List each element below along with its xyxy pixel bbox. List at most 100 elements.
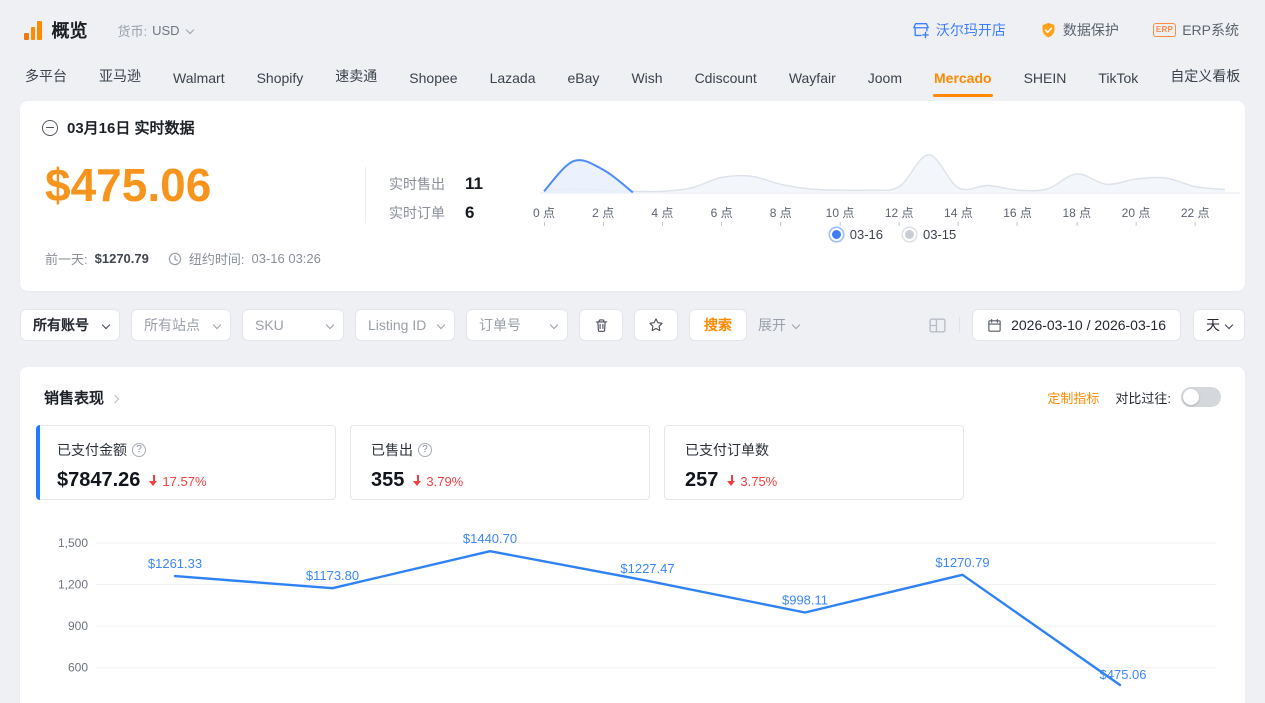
ny-time-label: 纽约时间: [189,249,245,268]
sales-section-title[interactable]: 销售表现 [44,387,118,408]
divider [959,317,960,333]
collapse-icon[interactable] [42,120,58,136]
tab-eBay[interactable]: eBay [567,64,601,98]
date-range-value: 2026-03-10 / 2026-03-16 [1011,317,1166,333]
line-chart: 6009001,2001,500$1261.33$1173.80$1440.70… [36,526,1229,703]
sparkline-tick-label: 18 点 [1062,204,1091,226]
sparkline-tick-label: 12 点 [885,204,914,226]
sparkline-tick-label: 22 点 [1181,204,1210,226]
svg-text:1,500: 1,500 [58,536,88,550]
svg-text:$1261.33: $1261.33 [148,556,202,571]
erp-system-link[interactable]: ERP ERP系统 [1153,20,1239,40]
clock-icon [168,252,182,266]
divider [365,167,366,223]
sparkline-tick-label: 6 点 [711,204,733,226]
site-select[interactable]: 所有站点 [131,309,231,341]
compare-past-label: 对比过往: [1115,388,1171,407]
svg-text:$1173.80: $1173.80 [306,568,359,583]
sparkline-tick-label: 14 点 [944,204,973,226]
sparkline-chart [540,143,1246,201]
tab-Shopee[interactable]: Shopee [408,64,458,98]
svg-text:1,200: 1,200 [58,578,88,592]
order-number-select[interactable]: 订单号 [466,309,568,341]
data-protection-link[interactable]: 数据保护 [1040,20,1119,40]
svg-text:$1440.70: $1440.70 [463,531,517,546]
sku-select[interactable]: SKU [242,309,344,341]
sparkline-x-axis: 0 点2 点4 点6 点8 点10 点12 点14 点16 点18 点20 点2… [540,204,1246,222]
tab-Walmart[interactable]: Walmart [172,64,226,98]
down-arrow-icon [727,475,736,487]
top-bar: 概览 货币: USD 沃尔玛开店 数据保护 ERP ERP系统 [0,0,1265,60]
currency-label: 货币: [118,21,148,40]
tab-Shopify[interactable]: Shopify [256,64,305,98]
chevron-right-icon [111,394,119,402]
search-button[interactable]: 搜索 [689,309,747,341]
realtime-data-card: 03月16日 实时数据 $475.06 实时售出 11 实时订单 6 前一天: … [20,101,1245,291]
platform-tabs: 多平台亚马逊 Walmart Shopify 速卖通 Shopee Lazada eBay W… [0,60,1265,98]
tab-Wayfair[interactable]: Wayfair [788,64,837,98]
sparkline-tick-label: 16 点 [1003,204,1032,226]
metric-card-paid-amount[interactable]: 已支付金额 ? $7847.26 17.57% [36,425,336,500]
tab-Mercado[interactable]: Mercado [933,64,993,98]
metric-card-paid-orders[interactable]: 已支付订单数 257 3.75% [664,425,964,500]
legend-item-03-15[interactable]: 03-15 [903,227,956,242]
tab-Cdiscount[interactable]: Cdiscount [694,64,758,98]
trash-icon [594,318,609,333]
currency-selector[interactable]: 货币: USD [118,21,193,40]
calendar-icon [987,318,1002,333]
tab-Wish[interactable]: Wish [630,64,663,98]
tab-Joom[interactable]: Joom [867,64,903,98]
tab-多平台[interactable]: 多平台 [24,60,68,98]
down-arrow-icon [413,475,422,487]
page-title: 概览 [52,17,88,43]
tab-自定义看板[interactable]: 自定义看板 [1169,60,1241,98]
help-icon[interactable]: ? [418,443,432,457]
app-logo-icon [24,21,42,40]
storefront-plus-icon [912,21,930,39]
star-icon [648,317,664,333]
erp-badge-icon: ERP [1153,23,1176,37]
clear-filters-button[interactable] [579,309,623,341]
listing-id-select[interactable]: Listing ID [355,309,455,341]
radio-icon [903,228,916,241]
sales-performance-card: 销售表现 定制指标 对比过往: 已支付金额 ? $7847.26 17.57% … [20,367,1245,703]
tab-TikTok[interactable]: TikTok [1097,64,1139,98]
tab-亚马逊[interactable]: 亚马逊 [98,60,142,98]
sparkline-legend: 03-16 03-15 [540,227,1246,242]
svg-text:$1227.47: $1227.47 [620,561,674,576]
custom-metrics-link[interactable]: 定制指标 [1047,388,1099,407]
realtime-orders-stat: 实时订单 6 [389,202,483,224]
prev-day-value: $1270.79 [95,251,149,266]
sparkline-tick-label: 2 点 [592,204,614,226]
favorite-filter-button[interactable] [634,309,678,341]
metric-card-units-sold[interactable]: 已售出 ? 355 3.79% [350,425,650,500]
sparkline-tick-label: 4 点 [651,204,673,226]
tab-Lazada[interactable]: Lazada [489,64,537,98]
radio-icon [830,228,843,241]
granularity-select[interactable]: 天 [1193,309,1245,341]
expand-filters-toggle[interactable]: 展开 [758,315,799,335]
realtime-date-title: 03月16日 实时数据 [67,117,195,138]
date-range-picker[interactable]: 2026-03-10 / 2026-03-16 [972,309,1181,341]
down-arrow-icon [149,475,158,487]
filter-toolbar: 所有账号 所有站点 SKU Listing ID 订单号 搜索 展开 [20,309,1245,341]
svg-text:$1270.79: $1270.79 [935,555,989,570]
tab-SHEIN[interactable]: SHEIN [1023,64,1068,98]
chevron-down-icon [185,26,193,34]
svg-text:$998.11: $998.11 [782,593,828,608]
account-select[interactable]: 所有账号 [20,309,120,341]
help-icon[interactable]: ? [132,443,146,457]
sales-trend-chart: 6009001,2001,500$1261.33$1173.80$1440.70… [36,526,1229,703]
legend-item-03-16[interactable]: 03-16 [830,227,883,242]
sparkline-tick-label: 8 点 [770,204,792,226]
realtime-amount: $475.06 [45,158,211,212]
svg-text:900: 900 [68,619,88,633]
realtime-sold-stat: 实时售出 11 [389,173,483,195]
layout-panel-icon[interactable] [928,316,947,335]
sparkline-tick-label: 10 点 [826,204,855,226]
tab-速卖通[interactable]: 速卖通 [334,60,378,98]
walmart-open-store-link[interactable]: 沃尔玛开店 [912,20,1006,40]
prev-day-label: 前一天: [45,249,88,268]
compare-past-toggle[interactable] [1181,387,1221,407]
sparkline-tick-label: 20 点 [1122,204,1151,226]
